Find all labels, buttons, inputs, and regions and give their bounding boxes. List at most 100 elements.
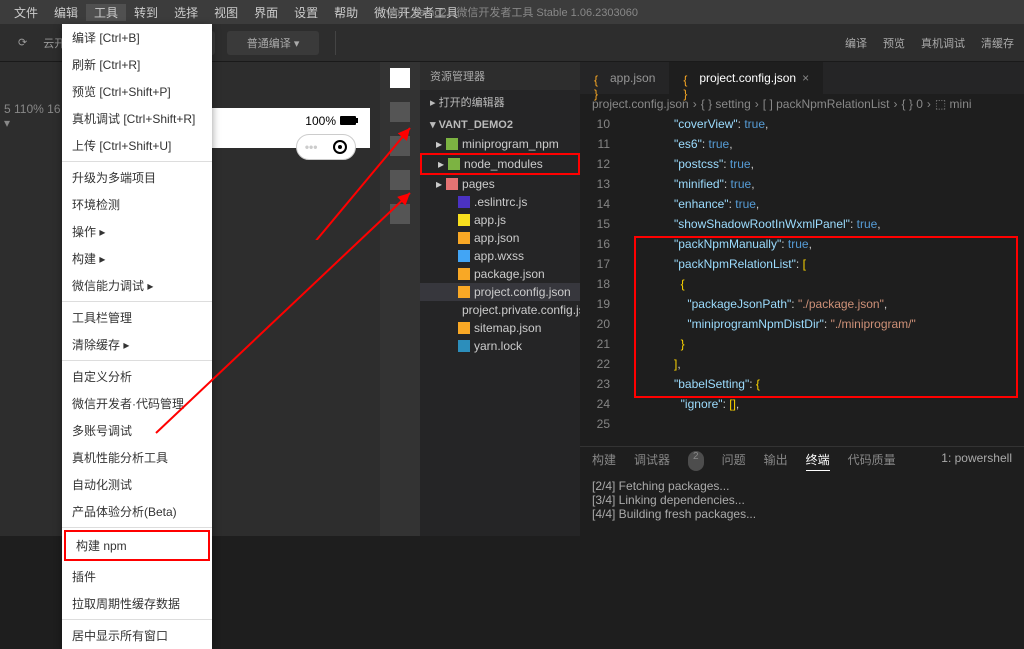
capsule-button[interactable]: •••	[296, 134, 356, 160]
terminal-tab[interactable]: 输出	[764, 451, 788, 471]
cloud-dev-button[interactable]: ⟳	[10, 32, 35, 53]
menu-popup-item[interactable]: 环境检测	[62, 191, 212, 218]
capsule-close-icon[interactable]	[333, 140, 347, 154]
code-line[interactable]: "minified": true,	[624, 174, 1024, 194]
json-icon: { }	[683, 73, 693, 83]
toolbar-action[interactable]: 清缓存	[981, 35, 1014, 51]
search-icon[interactable]	[390, 102, 410, 122]
explorer-title: 资源管理器	[420, 62, 580, 90]
code-line[interactable]: "showShadowRootInWxmlPanel": true,	[624, 214, 1024, 234]
left-ruler: 5 110% 16 ▾	[0, 62, 67, 536]
build-npm-item[interactable]: 构建 npm	[64, 530, 210, 561]
menu-item[interactable]: 设置	[286, 4, 326, 21]
terminal-tab[interactable]: 终端	[806, 451, 830, 471]
terminal-tab[interactable]: 调试器	[634, 451, 670, 471]
project-root[interactable]: ▾ VANT_DEMO2	[420, 114, 580, 135]
menu-popup-item[interactable]: 真机调试 [Ctrl+Shift+R]	[62, 105, 212, 132]
code-line[interactable]: "postcss": true,	[624, 154, 1024, 174]
tree-item[interactable]: app.json	[420, 229, 580, 247]
badge: 2	[688, 451, 704, 471]
file-icon	[458, 250, 470, 262]
breadcrumb[interactable]: project.config.json›{ } setting›[ ] pack…	[580, 94, 1024, 114]
activity-bar[interactable]	[380, 62, 420, 536]
tree-item[interactable]: .eslintrc.js	[420, 193, 580, 211]
menu-popup-item[interactable]: 真机性能分析工具	[62, 444, 212, 471]
toolbar-action[interactable]: 真机调试	[921, 35, 965, 51]
menu-item[interactable]: 编辑	[46, 4, 86, 21]
file-icon	[458, 286, 470, 298]
tools-menu-popup[interactable]: 编译 [Ctrl+B]刷新 [Ctrl+R]预览 [Ctrl+Shift+P]真…	[62, 24, 212, 649]
breadcrumb-segment[interactable]: { } 0	[902, 97, 923, 111]
terminal-line: [2/4] Fetching packages...	[592, 479, 1012, 493]
menu-popup-item[interactable]: 居中显示所有窗口	[62, 622, 212, 649]
json-icon: { }	[594, 73, 604, 83]
menu-popup-item[interactable]: 清除缓存 ▸	[62, 331, 212, 358]
menu-popup-item[interactable]: 产品体验分析(Beta)	[62, 498, 212, 525]
editor-pane: { } app.json{ } project.config.json × pr…	[580, 62, 1024, 536]
menu-popup-item[interactable]: 自动化测试	[62, 471, 212, 498]
tree-item[interactable]: package.json	[420, 265, 580, 283]
file-icon	[446, 138, 458, 150]
menu-item[interactable]: 界面	[246, 4, 286, 21]
breadcrumb-segment[interactable]: project.config.json	[592, 97, 689, 111]
menu-item[interactable]: 转到	[126, 4, 166, 21]
menu-popup-item[interactable]: 微信能力调试 ▸	[62, 272, 212, 299]
menu-item[interactable]: 工具	[86, 4, 126, 21]
explorer-icon[interactable]	[390, 68, 410, 88]
menu-popup-item[interactable]: 升级为多端项目	[62, 164, 212, 191]
menu-popup-item[interactable]: 拉取周期性缓存数据	[62, 590, 212, 617]
editor-tab[interactable]: { } project.config.json ×	[669, 62, 823, 94]
open-editors-section[interactable]: ▸ 打开的编辑器	[420, 90, 580, 114]
capsule-menu-icon[interactable]: •••	[305, 140, 318, 154]
menu-popup-item[interactable]: 构建 ▸	[62, 245, 212, 272]
terminal-tab[interactable]: 构建	[592, 451, 616, 471]
menu-popup-item[interactable]: 微信开发者·代码管理	[62, 390, 212, 417]
tree-item[interactable]: ▸miniprogram_npm	[420, 135, 580, 153]
menu-popup-item[interactable]: 编译 [Ctrl+B]	[62, 24, 212, 51]
sim-battery: 100%	[305, 114, 360, 128]
terminal-tab[interactable]: 问题	[722, 451, 746, 471]
tree-item[interactable]: sitemap.json	[420, 319, 580, 337]
terminal-tab[interactable]: 代码质量	[848, 451, 896, 471]
file-icon	[458, 196, 470, 208]
debug-icon[interactable]	[390, 170, 410, 190]
tree-item[interactable]: project.config.json	[420, 283, 580, 301]
ext-icon[interactable]	[390, 204, 410, 224]
tree-item[interactable]: project.private.config.json	[420, 301, 580, 319]
menu-item[interactable]: 选择	[166, 4, 206, 21]
file-explorer[interactable]: 资源管理器 ▸ 打开的编辑器 ▾ VANT_DEMO2 ▸miniprogram…	[420, 62, 580, 536]
menu-popup-item[interactable]: 刷新 [Ctrl+R]	[62, 51, 212, 78]
breadcrumb-segment[interactable]: ⬚ mini	[935, 97, 972, 111]
git-icon[interactable]	[390, 136, 410, 156]
file-icon	[458, 214, 470, 226]
tree-item[interactable]: yarn.lock	[420, 337, 580, 355]
tree-item[interactable]: app.wxss	[420, 247, 580, 265]
code-area[interactable]: 10111213141516171819202122232425 "coverV…	[580, 114, 1024, 446]
breadcrumb-segment[interactable]: [ ] packNpmRelationList	[763, 97, 890, 111]
tree-item[interactable]: ▸node_modules	[420, 153, 580, 175]
menu-popup-item[interactable]: 插件	[62, 563, 212, 590]
terminal-shell[interactable]: 1: powershell	[941, 451, 1012, 471]
close-icon[interactable]: ×	[802, 71, 809, 85]
menu-item[interactable]: 帮助	[326, 4, 366, 21]
code-line[interactable]: "coverView": true,	[624, 114, 1024, 134]
menu-popup-item[interactable]: 多账号调试	[62, 417, 212, 444]
toolbar-action[interactable]: 编译	[845, 35, 867, 51]
editor-tabs[interactable]: { } app.json{ } project.config.json ×	[580, 62, 1024, 94]
editor-tab[interactable]: { } app.json	[580, 62, 669, 94]
menu-item[interactable]: 视图	[206, 4, 246, 21]
terminal-panel[interactable]: 构建调试器 2 问题输出终端代码质量 1: powershell [2/4] Fetc…	[580, 446, 1024, 536]
menu-popup-item[interactable]: 自定义分析	[62, 363, 212, 390]
compile-select[interactable]: 普通编译 ▾	[227, 31, 320, 55]
tree-item[interactable]: app.js	[420, 211, 580, 229]
menu-item[interactable]: 文件	[6, 4, 46, 21]
toolbar-action[interactable]: 预览	[883, 35, 905, 51]
menu-popup-item[interactable]: 预览 [Ctrl+Shift+P]	[62, 78, 212, 105]
code-line[interactable]: "enhance": true,	[624, 194, 1024, 214]
tree-item[interactable]: ▸pages	[420, 175, 580, 193]
breadcrumb-segment[interactable]: { } setting	[701, 97, 751, 111]
menu-popup-item[interactable]: 上传 [Ctrl+Shift+U]	[62, 132, 212, 159]
menu-popup-item[interactable]: 工具栏管理	[62, 304, 212, 331]
menu-popup-item[interactable]: 操作 ▸	[62, 218, 212, 245]
code-line[interactable]: "es6": true,	[624, 134, 1024, 154]
